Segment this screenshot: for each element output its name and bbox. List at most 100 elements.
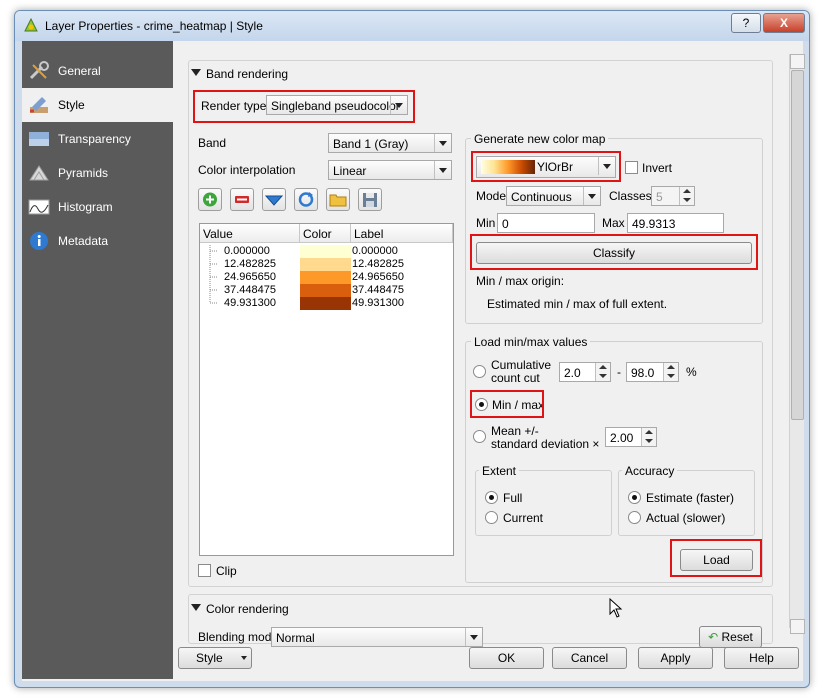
- stddev-radio[interactable]: [473, 430, 486, 443]
- band-value: Band 1 (Gray): [333, 137, 409, 151]
- table-row-label[interactable]: 24.965650: [352, 271, 404, 284]
- table-row-label[interactable]: 37.448475: [352, 284, 404, 297]
- accuracy-actual-radio[interactable]: [628, 511, 641, 524]
- table-row-label[interactable]: 0.000000: [352, 245, 398, 258]
- interpolation-select[interactable]: Linear: [328, 160, 452, 180]
- extent-current-radio[interactable]: [485, 511, 498, 524]
- table-row[interactable]: 49.931300: [224, 297, 276, 310]
- sidebar-item-metadata[interactable]: Metadata: [22, 224, 173, 258]
- save-file-button[interactable]: [358, 188, 382, 211]
- apply-button[interactable]: Apply: [638, 647, 713, 669]
- sidebar-item-general[interactable]: General: [22, 54, 173, 88]
- color-swatch[interactable]: [300, 271, 351, 284]
- sidebar-item-pyramids[interactable]: Pyramids: [22, 156, 173, 190]
- max-input[interactable]: 49.9313: [627, 213, 724, 233]
- sidebar-item-label: General: [58, 64, 101, 78]
- qgis-app-icon: [24, 17, 38, 32]
- blending-mode-label: Blending mode: [198, 630, 279, 644]
- color-swatch[interactable]: [300, 284, 351, 297]
- tree-lines: [209, 245, 218, 304]
- transparency-icon: [29, 132, 49, 146]
- spinner-arrows-icon[interactable]: [595, 363, 610, 381]
- sidebar-item-style[interactable]: Style: [22, 88, 173, 122]
- cumulative-high-spinbox[interactable]: 98.0: [626, 362, 679, 382]
- open-file-button[interactable]: [326, 188, 350, 211]
- cancel-button[interactable]: Cancel: [552, 647, 627, 669]
- extent-full-label: Full: [503, 491, 523, 505]
- stddev-spinbox[interactable]: 2.00: [605, 427, 657, 447]
- mode-value: Continuous: [511, 190, 572, 204]
- cumulative-low-spinbox[interactable]: 2.0: [559, 362, 611, 382]
- collapse-arrow-icon[interactable]: [191, 604, 201, 611]
- mode-select[interactable]: Continuous: [506, 186, 601, 206]
- invert-checkbox[interactable]: [625, 161, 638, 174]
- minmax-origin-value: Estimated min / max of full extent.: [487, 297, 668, 311]
- reset-button[interactable]: ↶ Reset: [699, 626, 762, 648]
- classes-value: 5: [656, 190, 663, 204]
- spinner-arrows-icon[interactable]: [679, 187, 694, 205]
- table-row[interactable]: 12.482825: [224, 258, 276, 271]
- sidebar-item-label: Transparency: [58, 132, 131, 146]
- style-page: Band rendering Render type Singleband ps…: [173, 41, 803, 648]
- histogram-icon: [28, 199, 50, 215]
- save-icon: [363, 193, 377, 207]
- scroll-down-arrow-icon[interactable]: [790, 619, 805, 634]
- close-window-button[interactable]: X: [763, 13, 805, 33]
- dialog-client: General Style Transparency Pyramids Hist…: [22, 41, 805, 681]
- help-button[interactable]: Help: [724, 647, 799, 669]
- minmax-origin-label: Min / max origin:: [476, 274, 565, 288]
- color-map-table[interactable]: Value Color Label 0.000000 12.482825 24.…: [199, 223, 454, 556]
- cumulative-radio[interactable]: [473, 365, 486, 378]
- color-swatch[interactable]: [300, 297, 351, 310]
- classes-spinbox[interactable]: 5: [651, 186, 695, 206]
- accuracy-title: Accuracy: [622, 464, 678, 478]
- table-row[interactable]: 24.965650: [224, 271, 276, 284]
- column-header-label[interactable]: Label: [351, 224, 453, 243]
- extent-title: Extent: [479, 464, 520, 478]
- table-row-label[interactable]: 12.482825: [352, 258, 404, 271]
- extent-group: [475, 470, 612, 536]
- column-header-value[interactable]: Value: [200, 224, 300, 243]
- stddev-label: standard deviation ×: [491, 437, 600, 451]
- sidebar-item-label: Metadata: [58, 234, 109, 248]
- interpolation-label: Color interpolation: [198, 163, 296, 177]
- scroll-up-arrow-icon[interactable]: [790, 54, 805, 69]
- blending-mode-select[interactable]: Normal: [271, 627, 483, 647]
- sidebar: General Style Transparency Pyramids Hist…: [22, 41, 173, 679]
- table-row[interactable]: 0.000000: [224, 245, 270, 258]
- load-minmax-title: Load min/max values: [471, 335, 591, 349]
- ok-button[interactable]: OK: [469, 647, 544, 669]
- mode-label: Mode: [476, 189, 507, 203]
- accuracy-actual-label: Actual (slower): [646, 511, 726, 525]
- color-swatch[interactable]: [300, 258, 351, 271]
- style-menu-button[interactable]: Style: [178, 647, 252, 669]
- add-entry-button[interactable]: [198, 188, 222, 211]
- sidebar-item-histogram[interactable]: Histogram: [22, 190, 173, 224]
- accuracy-estimate-label: Estimate (faster): [646, 491, 735, 505]
- help-title-button[interactable]: ?: [731, 13, 761, 33]
- window-title: Layer Properties - crime_heatmap | Style: [45, 19, 263, 33]
- refresh-button[interactable]: [294, 188, 318, 211]
- clip-checkbox[interactable]: [198, 564, 211, 577]
- classes-label: Classes: [609, 189, 652, 203]
- extent-full-radio[interactable]: [485, 491, 498, 504]
- highlight-color-ramp: [471, 151, 621, 182]
- spinner-arrows-icon[interactable]: [641, 428, 656, 446]
- table-row-label[interactable]: 49.931300: [352, 297, 404, 310]
- interpolation-value: Linear: [333, 164, 367, 178]
- accuracy-estimate-radio[interactable]: [628, 491, 641, 504]
- table-row[interactable]: 37.448475: [224, 284, 276, 297]
- color-swatch[interactable]: [300, 245, 351, 258]
- scrollbar-thumb[interactable]: [791, 70, 804, 420]
- band-select[interactable]: Band 1 (Gray): [328, 133, 452, 153]
- remove-entry-button[interactable]: [230, 188, 254, 211]
- min-input[interactable]: 0: [497, 213, 595, 233]
- sidebar-item-label: Histogram: [58, 200, 113, 214]
- sidebar-item-transparency[interactable]: Transparency: [22, 122, 173, 156]
- sort-button[interactable]: [262, 188, 286, 211]
- spinner-arrows-icon[interactable]: [663, 363, 678, 381]
- chevron-down-icon: [465, 628, 482, 646]
- vertical-scrollbar[interactable]: [789, 54, 805, 634]
- collapse-arrow-icon[interactable]: [191, 69, 201, 76]
- column-header-color[interactable]: Color: [300, 224, 351, 243]
